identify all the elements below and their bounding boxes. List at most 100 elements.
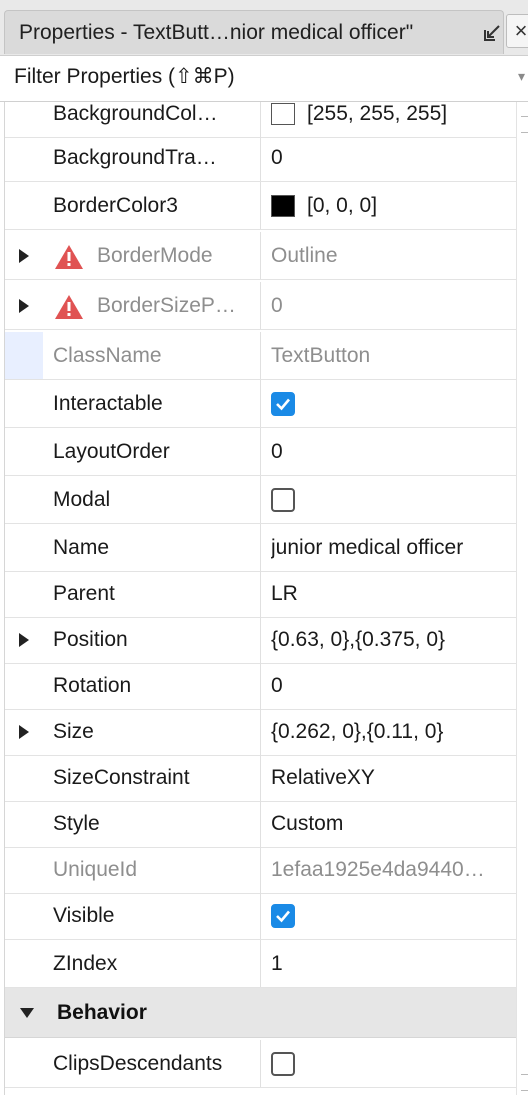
- undock-icon[interactable]: [479, 21, 505, 45]
- collapse-triangle-icon[interactable]: [19, 1006, 35, 1024]
- column-divider: [260, 232, 261, 279]
- filter-bar: Filter Properties (⇧⌘P) ▾: [0, 56, 528, 102]
- checkbox-checked-icon[interactable]: [271, 391, 295, 416]
- property-value[interactable]: RelativeXY: [271, 754, 516, 801]
- property-value[interactable]: 0: [271, 428, 516, 475]
- property-name: BorderMode: [97, 243, 213, 267]
- property-value[interactable]: {0.262, 0},{0.11, 0}: [271, 708, 516, 755]
- property-name: Style: [53, 811, 100, 835]
- property-checkbox-cell[interactable]: [271, 1040, 516, 1087]
- property-name: UniqueId: [53, 857, 138, 881]
- property-row-visible[interactable]: Visible: [5, 892, 516, 940]
- property-value[interactable]: junior medical officer: [271, 524, 516, 571]
- section-label: Behavior: [57, 1000, 147, 1024]
- property-value[interactable]: 1: [271, 940, 516, 987]
- column-divider: [260, 380, 261, 427]
- property-row-modal[interactable]: Modal: [5, 476, 516, 524]
- checkbox-unchecked-icon[interactable]: [271, 1051, 295, 1076]
- property-row-backgroundtra[interactable]: BackgroundTra… 0: [5, 134, 516, 182]
- column-divider: [260, 428, 261, 475]
- property-value[interactable]: LR: [271, 570, 516, 617]
- property-value-text: LR: [271, 581, 298, 605]
- property-name: Position: [53, 627, 128, 651]
- column-divider: [260, 662, 261, 709]
- property-name: Interactable: [53, 391, 163, 415]
- column-divider: [260, 332, 261, 379]
- property-row-style[interactable]: Style Custom: [5, 800, 516, 848]
- property-value[interactable]: [0, 0, 0]: [271, 182, 516, 229]
- property-name: BackgroundCol…: [53, 102, 218, 125]
- property-value[interactable]: 0: [271, 134, 516, 181]
- property-value[interactable]: 0: [271, 282, 516, 329]
- property-value[interactable]: [255, 255, 255]: [271, 102, 516, 137]
- property-row-bordercolor3[interactable]: BorderColor3 [0, 0, 0]: [5, 182, 516, 230]
- property-row-zindex[interactable]: ZIndex 1: [5, 940, 516, 988]
- property-row-size[interactable]: Size {0.262, 0},{0.11, 0}: [5, 708, 516, 756]
- property-value-text: 0: [271, 439, 283, 463]
- expand-triangle-icon[interactable]: [17, 246, 31, 266]
- column-divider: [260, 476, 261, 523]
- property-name: ClipsDescendants: [53, 1051, 223, 1075]
- property-value-text: 1: [271, 951, 283, 975]
- property-value[interactable]: Custom: [271, 800, 516, 847]
- section-header-behavior[interactable]: Behavior: [5, 988, 516, 1038]
- property-value[interactable]: TextButton: [271, 332, 516, 379]
- property-row-rotation[interactable]: Rotation 0: [5, 662, 516, 710]
- expand-triangle-icon[interactable]: [17, 296, 31, 316]
- color-swatch[interactable]: [271, 102, 295, 125]
- property-name: SizeConstraint: [53, 765, 190, 789]
- checkbox-checked-icon[interactable]: [271, 903, 295, 928]
- color-swatch[interactable]: [271, 194, 295, 217]
- chevron-down-icon[interactable]: ▾: [518, 68, 525, 85]
- property-row-position[interactable]: Position {0.63, 0},{0.375, 0}: [5, 616, 516, 664]
- property-row-classname[interactable]: ClassName TextButton: [5, 332, 516, 380]
- property-name: Rotation: [53, 673, 132, 697]
- column-divider: [260, 134, 261, 181]
- property-row-backgroundcol[interactable]: BackgroundCol… [255, 255, 255]: [5, 102, 516, 138]
- column-divider: [260, 1040, 261, 1087]
- expand-triangle-icon[interactable]: [17, 722, 31, 742]
- property-row-bordermode[interactable]: BorderMode Outline: [5, 232, 516, 280]
- property-value-text: 1efaa1925e4da9440…: [271, 857, 485, 881]
- properties-tab[interactable]: Properties - TextButt…nior medical offic…: [4, 10, 504, 54]
- property-value[interactable]: Outline: [271, 232, 516, 279]
- property-row-interactable[interactable]: Interactable: [5, 380, 516, 428]
- property-row-layoutorder[interactable]: LayoutOrder 0: [5, 428, 516, 476]
- column-divider: [260, 102, 261, 137]
- property-row-name[interactable]: Name junior medical officer: [5, 524, 516, 572]
- scroll-tick: [521, 132, 528, 133]
- property-row-sizeconstraint[interactable]: SizeConstraint RelativeXY: [5, 754, 516, 802]
- property-checkbox-cell[interactable]: [271, 380, 516, 427]
- property-list: BackgroundCol… [255, 255, 255] BackgroundT…: [4, 102, 516, 1095]
- scroll-tick: [521, 1074, 528, 1075]
- column-divider: [260, 800, 261, 847]
- property-name: Parent: [53, 581, 115, 605]
- property-value[interactable]: 1efaa1925e4da9440…: [271, 846, 516, 893]
- property-name: BorderSizeP…: [97, 293, 236, 317]
- property-value[interactable]: 0: [271, 662, 516, 709]
- property-checkbox-cell[interactable]: [271, 892, 516, 939]
- property-name: BorderColor3: [53, 193, 178, 217]
- scrollbar[interactable]: [516, 102, 528, 1095]
- property-name: Name: [53, 535, 110, 559]
- expand-triangle-icon[interactable]: [17, 630, 31, 650]
- property-value-text: Custom: [271, 811, 344, 835]
- property-name: ZIndex: [53, 951, 118, 975]
- property-value-text: 0: [271, 673, 283, 697]
- close-icon[interactable]: ×: [506, 14, 528, 48]
- column-divider: [260, 940, 261, 987]
- property-checkbox-cell[interactable]: [271, 476, 516, 523]
- column-divider: [260, 182, 261, 229]
- filter-properties-input[interactable]: Filter Properties (⇧⌘P): [14, 64, 235, 89]
- checkbox-unchecked-icon[interactable]: [271, 487, 295, 512]
- column-divider: [260, 524, 261, 571]
- property-value-text: 0: [271, 145, 283, 169]
- property-value-text: {0.63, 0},{0.375, 0}: [271, 627, 446, 651]
- property-row-parent[interactable]: Parent LR: [5, 570, 516, 618]
- scroll-tick: [521, 116, 528, 117]
- property-row-bordersizep[interactable]: BorderSizeP… 0: [5, 282, 516, 330]
- property-row-uniqueid[interactable]: UniqueId 1efaa1925e4da9440…: [5, 846, 516, 894]
- property-value[interactable]: {0.63, 0},{0.375, 0}: [271, 616, 516, 663]
- column-divider: [260, 708, 261, 755]
- property-row-clipsdescendants[interactable]: ClipsDescendants: [5, 1040, 516, 1088]
